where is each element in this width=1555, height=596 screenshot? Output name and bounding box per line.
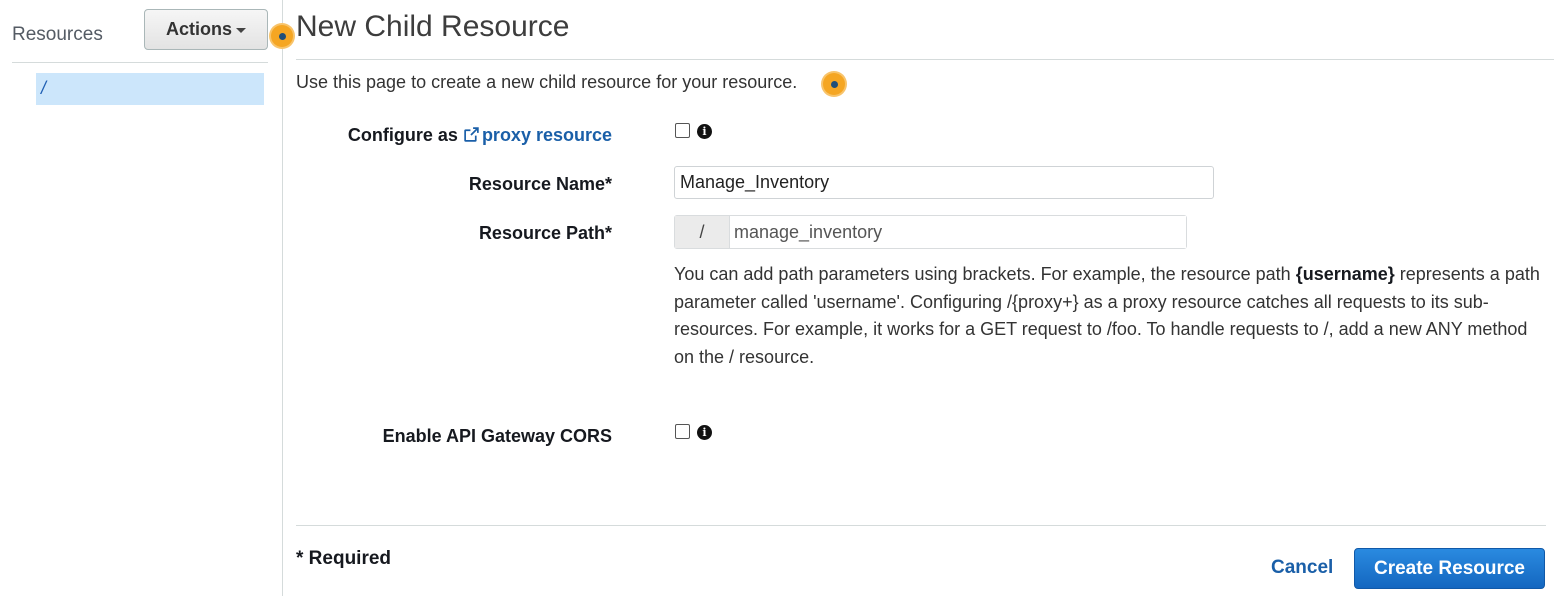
- resources-title: Resources: [12, 24, 103, 45]
- tour-hotspot-icon[interactable]: [823, 73, 845, 95]
- resource-name-label: Resource Name*: [468, 174, 612, 194]
- proxy-resource-link-text: proxy resource: [481, 125, 612, 145]
- caret-down-icon: [236, 28, 246, 33]
- required-note: * Required: [296, 548, 392, 569]
- page-title: New Child Resource: [296, 10, 570, 43]
- resource-tree-item-root[interactable]: /: [36, 73, 264, 105]
- resource-name-input[interactable]: [674, 166, 1214, 199]
- help-part1: You can add path parameters using bracke…: [674, 264, 1296, 284]
- resources-panel: Resources Actions /: [0, 0, 283, 596]
- resource-path-label: Resource Path*: [478, 223, 612, 243]
- title-divider: [296, 59, 1554, 60]
- create-resource-button[interactable]: Create Resource: [1354, 548, 1545, 589]
- path-help-text: You can add path parameters using bracke…: [674, 261, 1546, 371]
- cancel-button[interactable]: Cancel: [1271, 557, 1333, 579]
- external-link-icon: [464, 127, 479, 142]
- divider: [12, 62, 268, 63]
- help-bold: {username}: [1295, 264, 1395, 284]
- info-icon[interactable]: i: [697, 124, 712, 139]
- proxy-resource-link[interactable]: proxy resource: [463, 125, 612, 145]
- intro-text: Use this page to create a new child reso…: [296, 72, 797, 93]
- actions-label: Actions: [165, 19, 232, 39]
- cors-label: Enable API Gateway CORS: [382, 426, 612, 446]
- info-icon[interactable]: i: [697, 425, 712, 440]
- actions-button[interactable]: Actions: [144, 9, 268, 50]
- intro-text-content: Use this page to create a new child reso…: [296, 72, 798, 92]
- proxy-label: Configure as proxy resource: [348, 125, 612, 146]
- proxy-label-prefix: Configure as: [347, 125, 463, 145]
- cors-checkbox[interactable]: [675, 424, 690, 439]
- resource-path-input[interactable]: [730, 216, 1186, 248]
- footer-divider: [296, 525, 1546, 526]
- proxy-resource-checkbox[interactable]: [675, 123, 690, 138]
- tour-hotspot-icon[interactable]: [271, 25, 293, 47]
- resource-path-prefix: /: [675, 216, 730, 248]
- resource-path-field: /: [674, 215, 1187, 249]
